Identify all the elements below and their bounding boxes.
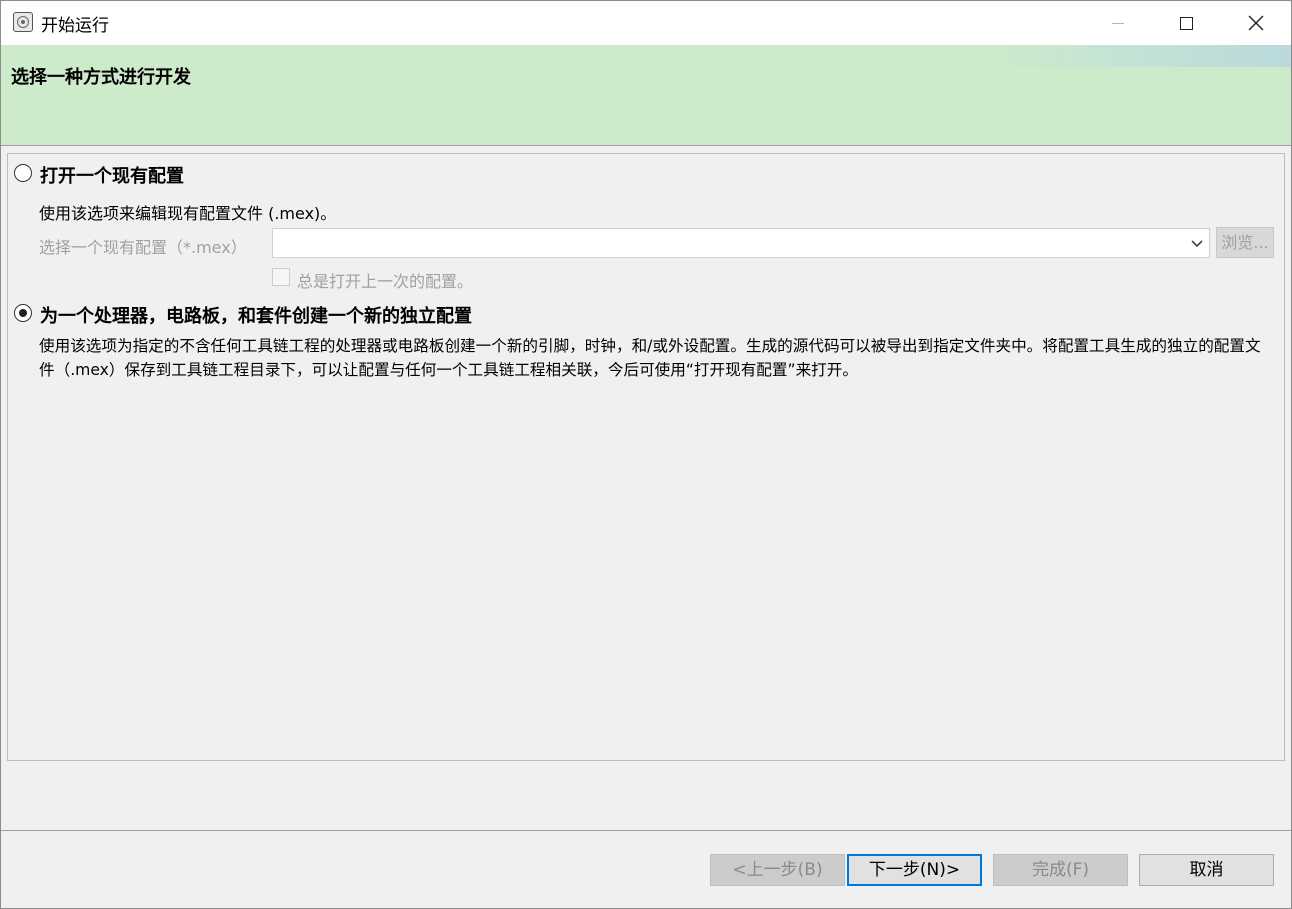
radio-create-new[interactable] [14,304,32,322]
minimize-button[interactable] [1095,1,1141,45]
title-bar: 开始运行 [1,1,1291,45]
always-open-last-label: 总是打开上一次的配置。 [297,272,474,291]
option-create-new-label[interactable]: 为一个处理器，电路板，和套件创建一个新的独立配置 [40,302,472,328]
window-title: 开始运行 [41,16,109,36]
always-open-last-checkbox[interactable] [272,268,290,286]
option-open-existing-description: 使用该选项来编辑现有配置文件 (.mex)。 [39,204,337,223]
close-icon [1248,15,1264,31]
finish-button[interactable]: 完成(F) [993,854,1128,886]
back-button[interactable]: <上一步(B) [710,854,845,886]
dialog-window: 开始运行 选择一种方式进行开发 打开一个现有配置 使用该选项来编辑现有配置文件 … [0,0,1292,909]
minimize-icon [1112,22,1124,24]
maximize-icon [1179,16,1193,30]
footer-separator [1,830,1291,831]
option-create-new-description: 使用该选项为指定的不含任何工具链工程的处理器或电路板创建一个新的引脚，时钟，和/… [39,337,1261,379]
options-panel: 打开一个现有配置 使用该选项来编辑现有配置文件 (.mex)。 选择一个现有配置… [7,153,1285,761]
chevron-down-icon [1191,240,1203,248]
browse-button[interactable]: 浏览... [1216,227,1274,258]
maximize-button[interactable] [1163,1,1209,45]
option-open-existing-label[interactable]: 打开一个现有配置 [40,162,184,188]
app-icon [13,12,33,32]
close-button[interactable] [1233,1,1279,45]
cancel-button[interactable]: 取消 [1139,854,1274,886]
config-select[interactable] [272,228,1210,258]
radio-open-existing[interactable] [14,164,32,182]
banner-decoration [991,45,1291,67]
config-select-label: 选择一个现有配置（*.mex） [39,238,247,257]
header-banner: 选择一种方式进行开发 [1,45,1291,146]
next-button[interactable]: 下一步(N)> [847,854,982,886]
banner-title: 选择一种方式进行开发 [11,67,191,88]
